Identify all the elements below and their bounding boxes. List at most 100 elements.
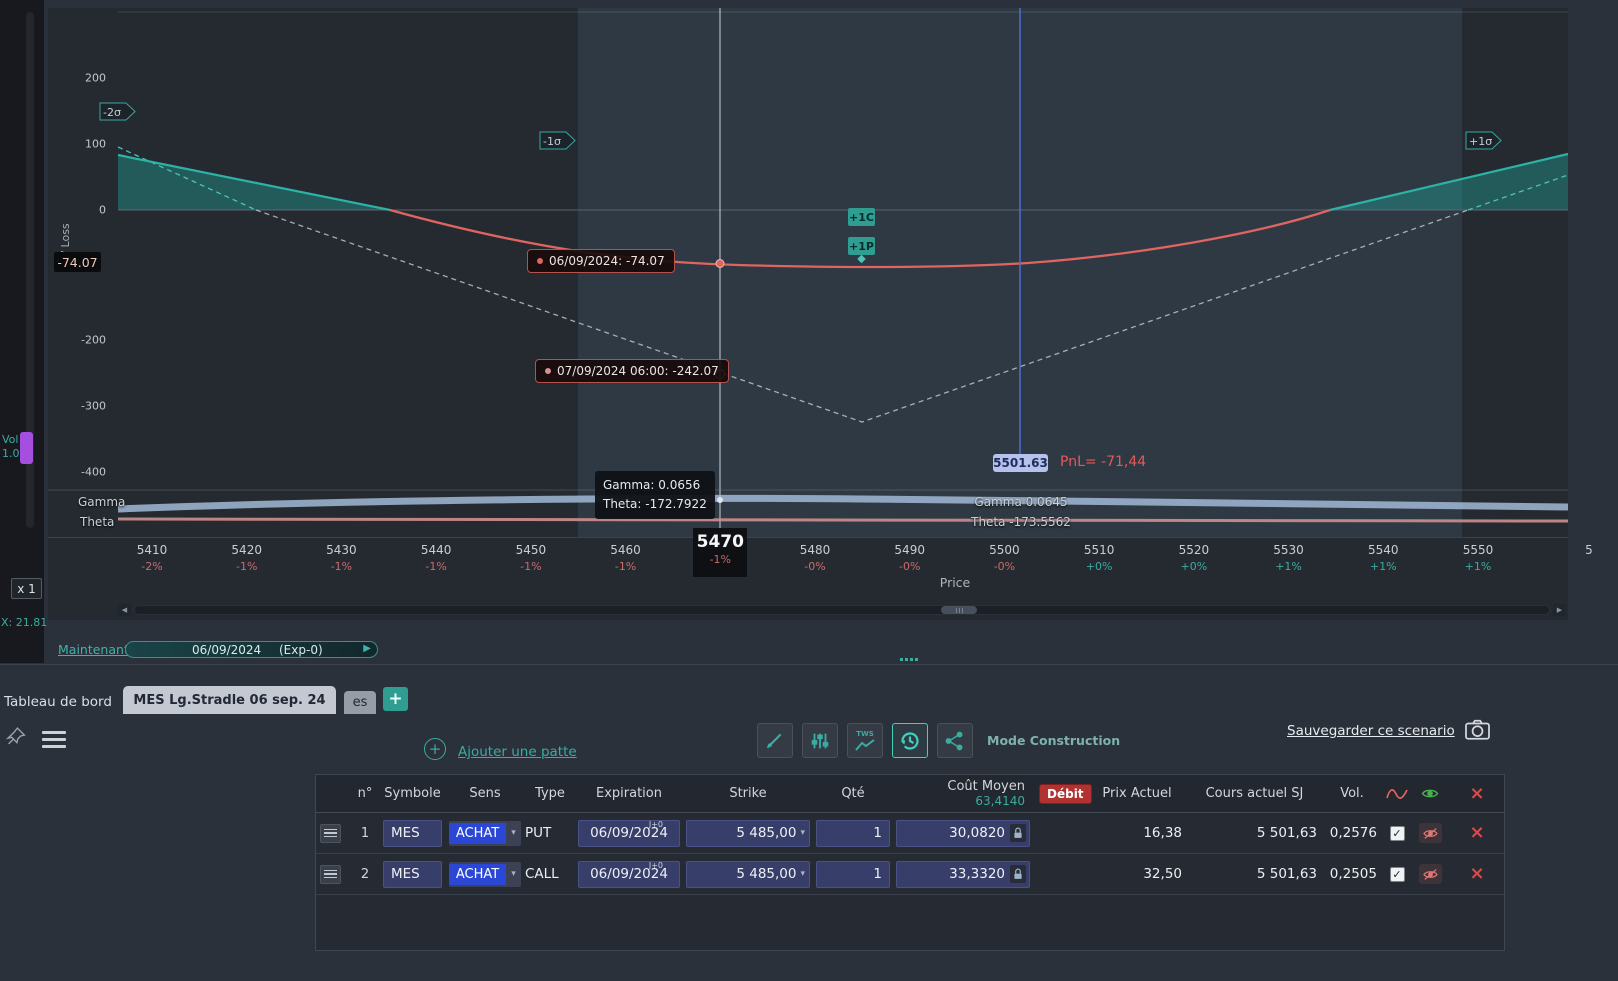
y-tick: 200 (85, 71, 106, 85)
x-tick: 5410 -2% (136, 543, 168, 573)
delete-all-icon[interactable]: × (1448, 784, 1506, 803)
show-all-eye-icon[interactable] (1412, 786, 1448, 801)
vol-value: 0,2576 (1329, 825, 1377, 841)
x-tick: 5500 -0% (989, 543, 1020, 573)
add-tab-button[interactable]: + (383, 687, 408, 711)
symbol-field[interactable]: MES (383, 860, 442, 888)
col-underlying: Cours actuel SJ (1205, 786, 1304, 801)
col-num: n° (357, 786, 373, 801)
expiration-field[interactable]: J+0 06/09/2024 (578, 819, 680, 847)
history-clock-button[interactable] (892, 723, 928, 758)
lock-icon[interactable] (1010, 865, 1026, 883)
theta-value-label: Theta -173.5562 (971, 515, 1071, 529)
chevron-down-icon: ▾ (800, 828, 805, 838)
sigma-tag-minus1[interactable]: -1σ (539, 131, 576, 150)
current-price-tick: 5470 -1% (693, 528, 748, 577)
leg-badge-put[interactable]: +1P (848, 237, 875, 255)
chevron-down-icon: ▾ (511, 869, 516, 879)
pnl-readout: PnL= -71,44 (1060, 454, 1147, 470)
symbol-field[interactable]: MES (383, 819, 442, 847)
table-row: 2 MES ACHAT ▾ CALL J+0 06/09/2024 5 485,00… (316, 854, 1504, 895)
quantity-field[interactable]: 1 (816, 860, 890, 888)
strike-select[interactable]: 5 485,00 ▾ (686, 819, 810, 847)
avg-cost-field[interactable]: 33,3320 (896, 860, 1030, 888)
delete-row-icon[interactable]: × (1448, 824, 1506, 842)
scroll-left-icon[interactable]: ◀ (118, 604, 131, 616)
side-select[interactable]: ACHAT ▾ (449, 820, 521, 846)
scale-toggle[interactable]: x 1 (11, 578, 42, 599)
tab-es[interactable]: es (344, 691, 376, 714)
add-leg-icon[interactable]: + (424, 738, 446, 760)
eye-off-icon[interactable] (1418, 823, 1442, 843)
crosshair-value-box: -74.07 (54, 252, 101, 272)
scrollbar-thumb[interactable] (941, 606, 977, 614)
col-expiration: Expiration (596, 786, 662, 801)
mode-construction-label: Mode Construction (987, 733, 1121, 748)
share-button[interactable] (937, 723, 973, 758)
sigma-tag-minus2[interactable]: -2σ (99, 102, 136, 121)
sigma-tag-plus1[interactable]: +1σ (1465, 131, 1502, 150)
expiration-tooltip: 07/09/2024 06:00: -242.07 (535, 359, 729, 383)
x-tick: 5490 -0% (894, 543, 925, 573)
plot-checkbox[interactable]: ✓ (1389, 866, 1405, 882)
plot-checkbox[interactable]: ✓ (1389, 825, 1405, 841)
leg-badge-call[interactable]: +1C (848, 208, 875, 226)
timeline-slider[interactable]: 06/09/2024 (Exp-0) ▶ (125, 641, 378, 658)
underlying-price-value: 5 501,63 (1256, 825, 1317, 841)
y-tick: -300 (81, 399, 106, 413)
red-dot-icon (537, 258, 543, 264)
gamma-tooltip-value: Gamma: 0.0656 (603, 478, 701, 492)
tab-strategy-active[interactable]: MES Lg.Stradle 06 sep. 24 (123, 686, 336, 714)
x-tick: 5440 -1% (420, 543, 452, 573)
add-leg-link[interactable]: Ajouter une patte (458, 744, 577, 760)
now-link[interactable]: Maintenant (58, 642, 129, 657)
y-tick: -400 (81, 465, 106, 479)
row-drag-handle[interactable] (320, 864, 341, 884)
panel-splitter-handle[interactable] (900, 658, 918, 661)
avg-cost-total: 63,4140 (975, 793, 1025, 808)
left-rail: Vol 1.0 x 1 X: 21.81 (0, 0, 47, 663)
play-icon[interactable]: ▶ (363, 643, 371, 654)
tab-dashboard[interactable]: Tableau de bord (4, 694, 112, 710)
table-header: n° Symbole Sens Type Expiration Strike Q… (316, 775, 1504, 813)
pnl-curve-icon[interactable] (1382, 786, 1412, 801)
row-number: 1 (360, 825, 370, 841)
scrollbar-track[interactable] (134, 605, 1550, 615)
positions-table: n° Symbole Sens Type Expiration Strike Q… (315, 774, 1505, 951)
col-type: Type (535, 786, 565, 801)
draw-tool-button[interactable] (757, 723, 793, 758)
sigma-tag-label: +1σ (1469, 135, 1492, 148)
chevron-down-icon: ▾ (511, 828, 516, 838)
x-tick: 5420 -1% (231, 543, 262, 573)
pink-dot-icon (545, 368, 551, 374)
debit-badge[interactable]: Débit (1039, 783, 1092, 804)
tws-chart-button[interactable]: TWS (847, 723, 883, 758)
vol-slider-handle[interactable] (20, 432, 33, 464)
row-drag-handle[interactable] (320, 823, 341, 843)
delete-row-icon[interactable]: × (1448, 865, 1506, 883)
current-price-value: 32,50 (1143, 866, 1182, 882)
pin-icon[interactable] (5, 725, 27, 751)
strike-select[interactable]: 5 485,00 ▾ (686, 860, 810, 888)
chart-scrollbar[interactable]: ◀ ▶ (48, 604, 1568, 616)
x-tick: 5460 -1% (610, 543, 641, 573)
chart-panel: -2σ -1σ +1σ 200 100 0 -200 -300 -400 / Loss -… (48, 8, 1593, 620)
pnl-chart[interactable]: -2σ -1σ +1σ 200 100 0 -200 -300 -400 / Loss -… (48, 8, 1568, 538)
expiration-field[interactable]: J+0 06/09/2024 (578, 860, 680, 888)
quantity-field[interactable]: 1 (816, 819, 890, 847)
scroll-right-icon[interactable]: ▶ (1553, 604, 1566, 616)
side-select[interactable]: ACHAT ▾ (449, 861, 521, 887)
sigma-tag-label: -1σ (543, 135, 561, 148)
gamma-value-label: Gamma 0.0645 (974, 495, 1068, 509)
greeks-tooltip: Gamma: 0.0656 Theta: -172.7922 (595, 471, 715, 519)
save-scenario-link[interactable]: Sauvegarder ce scenario (1287, 723, 1455, 739)
option-type: CALL (525, 866, 559, 882)
timeline-date: 06/09/2024 (192, 643, 262, 657)
x-tick: 5480 -0% (799, 543, 831, 573)
settings-sliders-button[interactable] (802, 723, 838, 758)
camera-icon[interactable] (1464, 718, 1491, 745)
eye-off-icon[interactable] (1418, 864, 1442, 884)
avg-cost-field[interactable]: 30,0820 (896, 819, 1030, 847)
lock-icon[interactable] (1010, 824, 1026, 842)
menu-icon[interactable] (42, 731, 66, 752)
